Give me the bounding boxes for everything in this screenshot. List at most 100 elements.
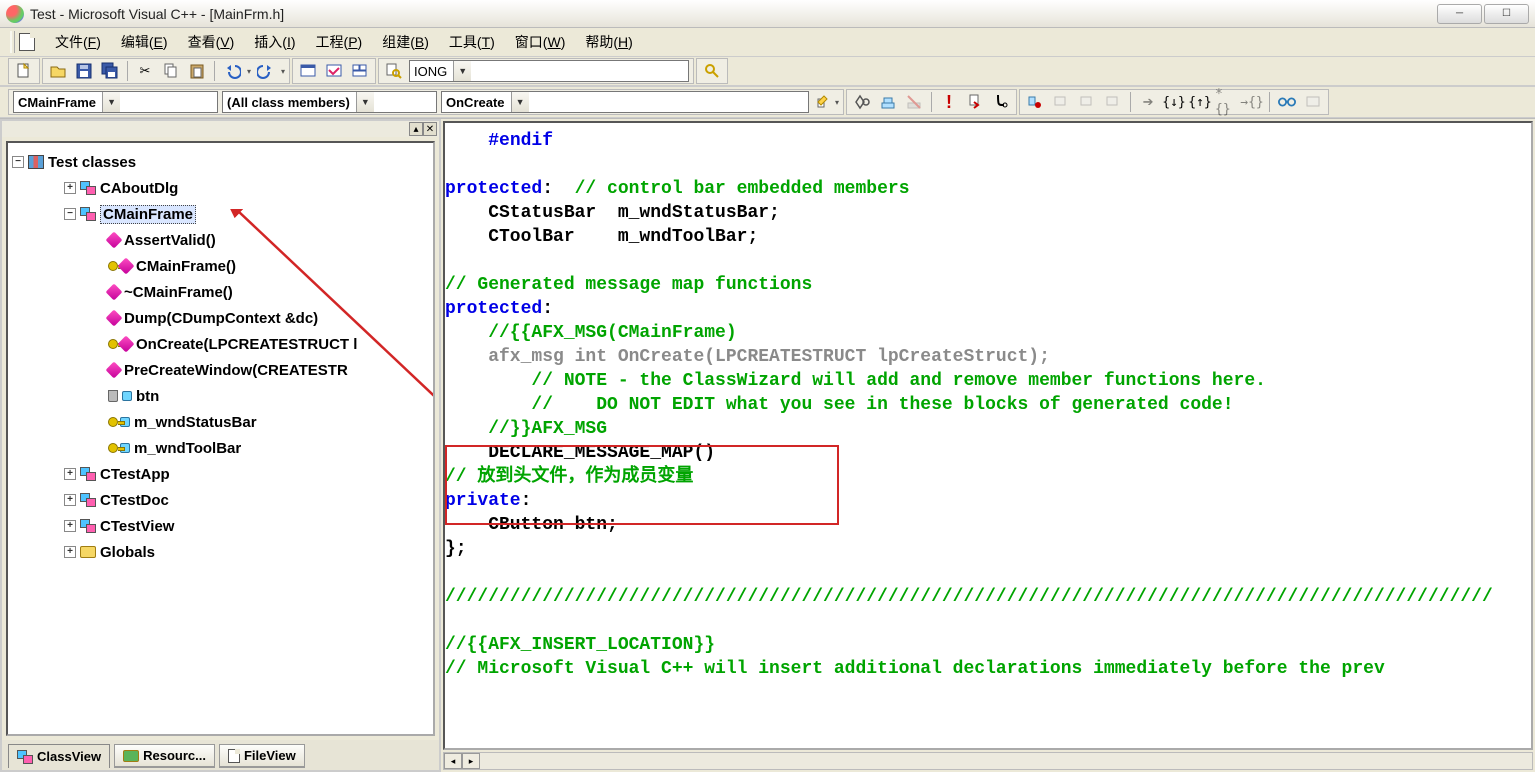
paste-icon[interactable] bbox=[186, 60, 208, 82]
class-tree[interactable]: − Test classes +CAboutDlg − CMainFrame Asse… bbox=[6, 141, 435, 736]
menubar: 文件(F) 编辑(E) 查看(V) 插入(I) 工程(P) 组建(B) 工具(T… bbox=[0, 28, 1535, 56]
go-icon[interactable] bbox=[990, 91, 1012, 113]
workspace-tabs: ClassView Resourc... FileView bbox=[2, 740, 439, 770]
save-icon[interactable] bbox=[73, 60, 95, 82]
tree-item-label: OnCreate(LPCREATESTRUCT l bbox=[136, 336, 357, 353]
minimize-button[interactable]: ─ bbox=[1437, 4, 1482, 24]
toolbar-row-1: ✂ ▾ ▾ IONG ▼ bbox=[0, 56, 1535, 86]
collapse-icon[interactable]: − bbox=[64, 208, 76, 220]
tree-item-label: btn bbox=[136, 388, 159, 405]
tab-resourceview[interactable]: Resourc... bbox=[114, 744, 215, 768]
watch-icon[interactable] bbox=[1076, 91, 1098, 113]
tree-item[interactable]: OnCreate(LPCREATESTRUCT l bbox=[12, 331, 429, 357]
scroll-left-button[interactable]: ◂ bbox=[444, 753, 462, 769]
save-all-icon[interactable] bbox=[99, 60, 121, 82]
tile-icon[interactable] bbox=[349, 60, 371, 82]
menu-view[interactable]: 查看(V) bbox=[188, 32, 235, 52]
compile-icon[interactable] bbox=[851, 91, 873, 113]
spectacles-icon[interactable] bbox=[1276, 91, 1298, 113]
class-icon bbox=[80, 519, 96, 533]
tree-item[interactable]: m_wndToolBar bbox=[12, 435, 429, 461]
find-icon[interactable] bbox=[701, 60, 723, 82]
chevron-down-icon[interactable]: ▼ bbox=[356, 92, 374, 112]
step-into-icon[interactable]: {↓} bbox=[1163, 91, 1185, 113]
pane-min-button[interactable]: ▴ bbox=[409, 122, 423, 136]
tree-item[interactable]: +CTestApp bbox=[12, 461, 429, 487]
collapse-icon[interactable]: − bbox=[12, 156, 24, 168]
menu-build[interactable]: 组建(B) bbox=[382, 32, 429, 52]
tree-item[interactable]: +CTestView bbox=[12, 513, 429, 539]
copy-icon[interactable] bbox=[160, 60, 182, 82]
find-combo[interactable]: IONG ▼ bbox=[409, 60, 689, 82]
document-icon[interactable] bbox=[19, 33, 35, 51]
tree-item[interactable]: ~CMainFrame() bbox=[12, 279, 429, 305]
wizard-icon[interactable] bbox=[813, 91, 835, 113]
function-icon bbox=[106, 284, 123, 301]
fileview-icon bbox=[228, 749, 240, 763]
expand-icon[interactable]: + bbox=[64, 182, 76, 194]
tab-fileview[interactable]: FileView bbox=[219, 744, 305, 768]
cut-icon[interactable]: ✂ bbox=[134, 60, 156, 82]
disasm-icon[interactable] bbox=[1102, 91, 1124, 113]
tree-item[interactable]: m_wndStatusBar bbox=[12, 409, 429, 435]
scroll-right-button[interactable]: ▸ bbox=[462, 753, 480, 769]
undo-icon[interactable] bbox=[221, 60, 243, 82]
menu-window[interactable]: 窗口(W) bbox=[515, 32, 566, 52]
menu-project[interactable]: 工程(P) bbox=[316, 32, 363, 52]
run-to-icon[interactable]: *{} bbox=[1215, 91, 1237, 113]
execute-icon[interactable] bbox=[964, 91, 986, 113]
workspace-icon[interactable] bbox=[323, 60, 345, 82]
code-line: //{{AFX_MSG(CMainFrame) bbox=[445, 323, 737, 343]
tree-item[interactable]: PreCreateWindow(CREATESTR bbox=[12, 357, 429, 383]
code-line: // 放到头文件，作为成员变量 bbox=[445, 467, 693, 487]
member-combo[interactable]: OnCreate ▼ bbox=[441, 91, 809, 113]
step-over-icon[interactable]: ➔ bbox=[1137, 91, 1159, 113]
break-icon[interactable]: ! bbox=[938, 91, 960, 113]
new-file-icon[interactable] bbox=[13, 60, 35, 82]
menu-edit[interactable]: 编辑(E) bbox=[121, 32, 168, 52]
run-cursor-icon[interactable]: →{} bbox=[1241, 91, 1263, 113]
tree-item[interactable]: CMainFrame() bbox=[12, 253, 429, 279]
code-line: protected bbox=[445, 179, 542, 199]
expand-icon[interactable]: + bbox=[64, 468, 76, 480]
tree-item[interactable]: +CAboutDlg bbox=[12, 175, 429, 201]
menu-tools[interactable]: 工具(T) bbox=[449, 32, 495, 52]
redo-icon[interactable] bbox=[255, 60, 277, 82]
tree-item-label: CMainFrame bbox=[100, 205, 196, 224]
tree-root[interactable]: − Test classes bbox=[12, 149, 429, 175]
open-icon[interactable] bbox=[47, 60, 69, 82]
maximize-button[interactable]: ☐ bbox=[1484, 4, 1529, 24]
class-combo[interactable]: CMainFrame ▼ bbox=[13, 91, 218, 113]
expand-icon[interactable]: + bbox=[64, 520, 76, 532]
tree-item[interactable]: btn bbox=[12, 383, 429, 409]
tree-item[interactable]: AssertValid() bbox=[12, 227, 429, 253]
window-list-icon[interactable] bbox=[297, 60, 319, 82]
pane-close-button[interactable]: ✕ bbox=[423, 122, 437, 136]
tree-item[interactable]: Dump(CDumpContext &dc) bbox=[12, 305, 429, 331]
find-in-files-icon[interactable] bbox=[383, 60, 405, 82]
workspace-pane: ▴ ✕ − Test classes +CAboutDlg − CMainFrame… bbox=[0, 119, 441, 772]
menu-insert[interactable]: 插入(I) bbox=[254, 32, 295, 52]
chevron-down-icon[interactable]: ▼ bbox=[511, 92, 529, 112]
step-out-icon[interactable]: {↑} bbox=[1189, 91, 1211, 113]
pane-header: ▴ ✕ bbox=[2, 121, 439, 137]
build-icon[interactable] bbox=[877, 91, 899, 113]
menu-help[interactable]: 帮助(H) bbox=[585, 32, 632, 52]
chevron-down-icon[interactable]: ▼ bbox=[102, 92, 120, 112]
menu-file[interactable]: 文件(F) bbox=[55, 32, 101, 52]
code-editor[interactable]: #endif protected: // control bar embedde… bbox=[443, 121, 1533, 750]
expand-icon[interactable]: + bbox=[64, 546, 76, 558]
tree-item[interactable]: − CMainFrame bbox=[12, 201, 429, 227]
tool-extra-icon[interactable] bbox=[1302, 91, 1324, 113]
chevron-down-icon[interactable]: ▼ bbox=[453, 61, 471, 81]
stop-build-icon[interactable] bbox=[903, 91, 925, 113]
class-combo-value: CMainFrame bbox=[14, 95, 102, 110]
expand-icon[interactable]: + bbox=[64, 494, 76, 506]
tree-item[interactable]: +CTestDoc bbox=[12, 487, 429, 513]
filter-combo[interactable]: (All class members) ▼ bbox=[222, 91, 437, 113]
tree-item[interactable]: +Globals bbox=[12, 539, 429, 565]
tab-classview[interactable]: ClassView bbox=[8, 744, 110, 768]
horizontal-scrollbar[interactable]: ◂ ▸ bbox=[443, 752, 1533, 770]
breakpoint-icon[interactable] bbox=[1024, 91, 1046, 113]
quickwatch-icon[interactable] bbox=[1050, 91, 1072, 113]
